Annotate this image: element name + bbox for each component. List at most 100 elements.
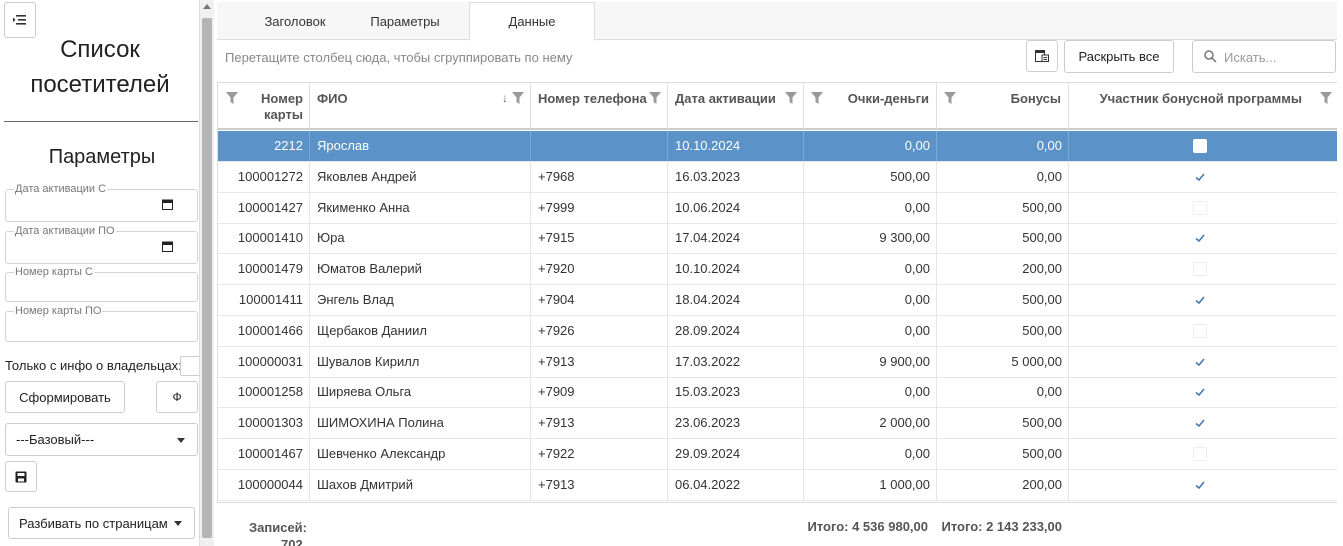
table-row[interactable]: 100001411 Энгель Влад +7904 18.04.2024 0,00 5… [218, 285, 1337, 316]
cell-card[interactable]: 100001466 [218, 315, 310, 346]
cell-fio[interactable]: Шахов Дмитрий [310, 469, 531, 500]
cell-date[interactable]: 18.04.2024 [668, 285, 804, 315]
filter-icon[interactable] [785, 92, 797, 104]
cell-phone[interactable]: +7913 [531, 469, 668, 500]
cell-points[interactable]: 0,00 [804, 315, 937, 346]
table-row[interactable]: 100000031 Шувалов Кирилл +7913 17.03.2022 9 … [218, 346, 1337, 378]
cell-fio[interactable]: Шевченко Александр [310, 439, 531, 469]
cell-points[interactable]: 0,00 [804, 254, 937, 285]
cell-bonus[interactable]: 0,00 [937, 161, 1069, 192]
card-to-field[interactable]: Номер карты ПО [5, 305, 198, 342]
search-input[interactable]: Искать... [1192, 40, 1336, 73]
build-button[interactable]: Сформировать [5, 381, 125, 413]
cell-fio[interactable]: Ширяева Ольга [310, 377, 531, 408]
cell-card[interactable]: 100001427 [218, 192, 310, 223]
checkmark-icon[interactable] [1193, 170, 1207, 184]
calendar-icon[interactable] [162, 241, 173, 252]
card-from-field[interactable]: Номер карты С [5, 266, 198, 302]
checkmark-icon[interactable] [1193, 231, 1207, 245]
cell-phone[interactable]: +7904 [531, 285, 668, 315]
table-row[interactable]: 2212 Ярослав 10.10.2024 0,00 0,00 [218, 131, 1337, 162]
date-to-field[interactable]: Дата активации ПО [5, 225, 198, 264]
cell-phone[interactable]: +7920 [531, 254, 668, 285]
filter-icon[interactable] [1320, 92, 1332, 104]
cell-member[interactable] [1069, 193, 1337, 223]
checkbox-empty-icon[interactable] [1193, 200, 1207, 215]
table-row[interactable]: 100001466 Щербаков Даниил +7926 28.09.2024 0… [218, 315, 1337, 347]
cell-bonus[interactable]: 500,00 [937, 285, 1069, 315]
checkbox-empty-icon[interactable] [1193, 323, 1207, 338]
filter-icon[interactable] [649, 92, 661, 104]
cell-points[interactable]: 2 000,00 [804, 408, 937, 439]
cell-date[interactable]: 17.04.2024 [668, 223, 804, 254]
col-bonus[interactable]: Бонусы [937, 83, 1069, 129]
checkbox-empty-icon[interactable] [1193, 262, 1207, 277]
base-select[interactable]: ---Базовый--- [5, 423, 198, 456]
cell-card[interactable]: 100000031 [218, 346, 310, 377]
tab-data[interactable]: Данные [469, 2, 595, 41]
cell-fio[interactable]: Якименко Анна [310, 192, 531, 223]
cell-fio[interactable]: Юматов Валерий [310, 254, 531, 285]
col-points[interactable]: Очки-деньги [804, 83, 937, 129]
cell-phone[interactable]: +7926 [531, 315, 668, 346]
cell-phone[interactable]: +7922 [531, 439, 668, 469]
table-row[interactable]: 100001479 Юматов Валерий +7920 10.10.2024 0,… [218, 254, 1337, 286]
checkmark-icon[interactable] [1193, 385, 1207, 399]
calendar-icon[interactable] [162, 199, 173, 210]
scrollbar-thumb[interactable] [202, 18, 212, 538]
cell-date[interactable]: 15.03.2023 [668, 377, 804, 408]
cell-phone[interactable] [531, 131, 668, 161]
tab-parameters[interactable]: Параметры [345, 2, 465, 40]
col-phone[interactable]: Номер телефона [531, 83, 668, 129]
cell-member[interactable] [1069, 254, 1337, 284]
cell-phone[interactable]: +7968 [531, 161, 668, 192]
cell-bonus[interactable]: 5 000,00 [937, 346, 1069, 377]
cell-date[interactable]: 10.06.2024 [668, 192, 804, 223]
cell-card[interactable]: 100001411 [218, 285, 310, 315]
cell-points[interactable]: 0,00 [804, 131, 937, 161]
cell-date[interactable]: 16.03.2023 [668, 161, 804, 192]
filter-icon[interactable] [811, 92, 823, 104]
cell-points[interactable]: 500,00 [804, 161, 937, 192]
cell-member[interactable] [1069, 470, 1337, 500]
cell-fio[interactable]: Щербаков Даниил [310, 315, 531, 346]
tab-header[interactable]: Заголовок [235, 2, 355, 40]
cell-points[interactable]: 9 300,00 [804, 223, 937, 254]
cell-bonus[interactable]: 500,00 [937, 223, 1069, 254]
cell-phone[interactable]: +7913 [531, 346, 668, 377]
paging-select[interactable]: Разбивать по страницам [8, 507, 195, 539]
cell-phone[interactable]: +7913 [531, 408, 668, 439]
table-row[interactable]: 100000044 Шахов Дмитрий +7913 06.04.2022 1 0… [218, 469, 1337, 501]
col-fio[interactable]: ФИО ↓ [310, 83, 531, 129]
save-button[interactable] [5, 461, 37, 492]
cell-member[interactable] [1069, 316, 1337, 346]
cell-points[interactable]: 9 900,00 [804, 346, 937, 377]
col-member[interactable]: Участник бонусной программы [1069, 83, 1337, 129]
table-row[interactable]: 100001258 Ширяева Ольга +7909 15.03.2023 0,0… [218, 377, 1337, 409]
cell-phone[interactable]: +7999 [531, 192, 668, 223]
scroll-up-icon[interactable] [203, 4, 211, 9]
cell-member[interactable] [1069, 162, 1337, 192]
cell-fio[interactable]: Ярослав [310, 131, 531, 161]
cell-points[interactable]: 0,00 [804, 439, 937, 469]
cell-date[interactable]: 10.10.2024 [668, 254, 804, 285]
cell-card[interactable]: 2212 [218, 131, 310, 161]
checkmark-icon[interactable] [1193, 478, 1207, 492]
cell-phone[interactable]: +7909 [531, 377, 668, 408]
cell-bonus[interactable]: 0,00 [937, 131, 1069, 161]
filter-icon[interactable] [512, 92, 524, 104]
cell-bonus[interactable]: 200,00 [937, 254, 1069, 285]
cell-date[interactable]: 06.04.2022 [668, 469, 804, 500]
cell-bonus[interactable]: 500,00 [937, 408, 1069, 439]
cell-points[interactable]: 0,00 [804, 192, 937, 223]
cell-card[interactable]: 100001479 [218, 254, 310, 285]
cell-bonus[interactable]: 500,00 [937, 439, 1069, 469]
column-chooser-button[interactable] [1026, 40, 1058, 72]
table-row[interactable]: 100001303 ШИМОХИНА Полина +7913 23.06.2023 2… [218, 408, 1337, 440]
cell-member[interactable] [1069, 439, 1337, 469]
cell-card[interactable]: 100000044 [218, 469, 310, 500]
filter-icon[interactable] [226, 92, 238, 104]
cell-fio[interactable]: Яковлев Андрей [310, 161, 531, 192]
cell-points[interactable]: 1 000,00 [804, 469, 937, 500]
cell-bonus[interactable]: 200,00 [937, 469, 1069, 500]
